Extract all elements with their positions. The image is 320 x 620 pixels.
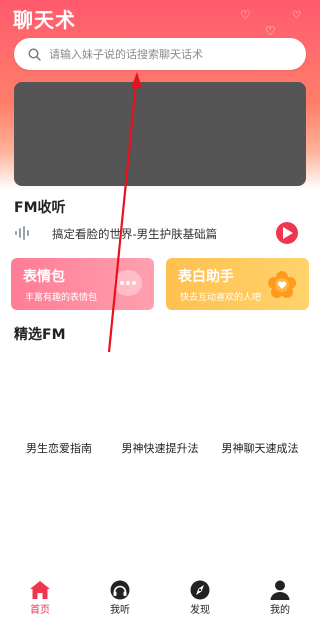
sticker-card-subtitle: 丰富有趣的表情包 <box>25 293 98 303</box>
compass-icon <box>190 580 210 600</box>
nav-home[interactable]: 首页 <box>0 578 80 620</box>
nav-profile-label: 我的 <box>270 605 290 616</box>
nav-listen[interactable]: 我听 <box>80 578 160 620</box>
chat-bubble-icon <box>114 270 142 296</box>
featured-fm-item[interactable]: 男神聊天速成法 <box>222 440 299 456</box>
featured-fm-title: 精选FM <box>14 327 66 343</box>
sticker-card-title: 表情包 <box>23 269 65 285</box>
heart-flower-icon <box>268 271 296 298</box>
sound-wave-icon <box>15 226 29 240</box>
app-title: 聊天术 <box>13 8 76 32</box>
play-button[interactable] <box>276 222 298 244</box>
fm-now-playing-row[interactable]: 搞定看脸的世界-男生护肤基础篇 <box>14 222 298 246</box>
search-bar[interactable]: 请输入妹子说的话搜索聊天话术 <box>14 38 306 70</box>
nav-discover-label: 发现 <box>190 605 210 616</box>
nav-profile[interactable]: 我的 <box>240 578 320 620</box>
fm-track-title[interactable]: 搞定看脸的世界-男生护肤基础篇 <box>52 226 217 242</box>
search-input[interactable]: 请输入妹子说的话搜索聊天话术 <box>49 46 203 62</box>
headphones-icon <box>110 580 130 600</box>
heart-decoration-icon: ♡ <box>265 24 276 38</box>
nav-discover[interactable]: 发现 <box>160 578 240 620</box>
confession-card-subtitle: 快去互动喜欢的人吧 <box>180 293 262 303</box>
home-icon <box>30 581 50 599</box>
play-icon <box>283 227 293 239</box>
nav-home-label: 首页 <box>30 605 50 616</box>
confession-helper-card[interactable]: 表白助手 快去互动喜欢的人吧 <box>166 258 309 310</box>
featured-fm-item[interactable]: 男生恋爱指南 <box>26 440 92 456</box>
bottom-navigation: 首页 我听 发现 我的 <box>0 578 320 620</box>
heart-decoration-icon: ♡ <box>240 8 251 22</box>
sticker-card[interactable]: 表情包 丰富有趣的表情包 <box>11 258 154 310</box>
confession-card-title: 表白助手 <box>178 269 234 285</box>
nav-listen-label: 我听 <box>110 605 130 616</box>
featured-fm-item[interactable]: 男神快速提升法 <box>122 440 199 456</box>
banner-carousel[interactable] <box>14 82 306 186</box>
heart-decoration-icon: ♡ <box>292 10 301 21</box>
fm-section-title: FM收听 <box>14 200 66 216</box>
search-icon <box>28 47 41 61</box>
featured-fm-list: 男生恋爱指南 男神快速提升法 男神聊天速成法 <box>0 440 320 458</box>
person-icon <box>270 580 290 600</box>
